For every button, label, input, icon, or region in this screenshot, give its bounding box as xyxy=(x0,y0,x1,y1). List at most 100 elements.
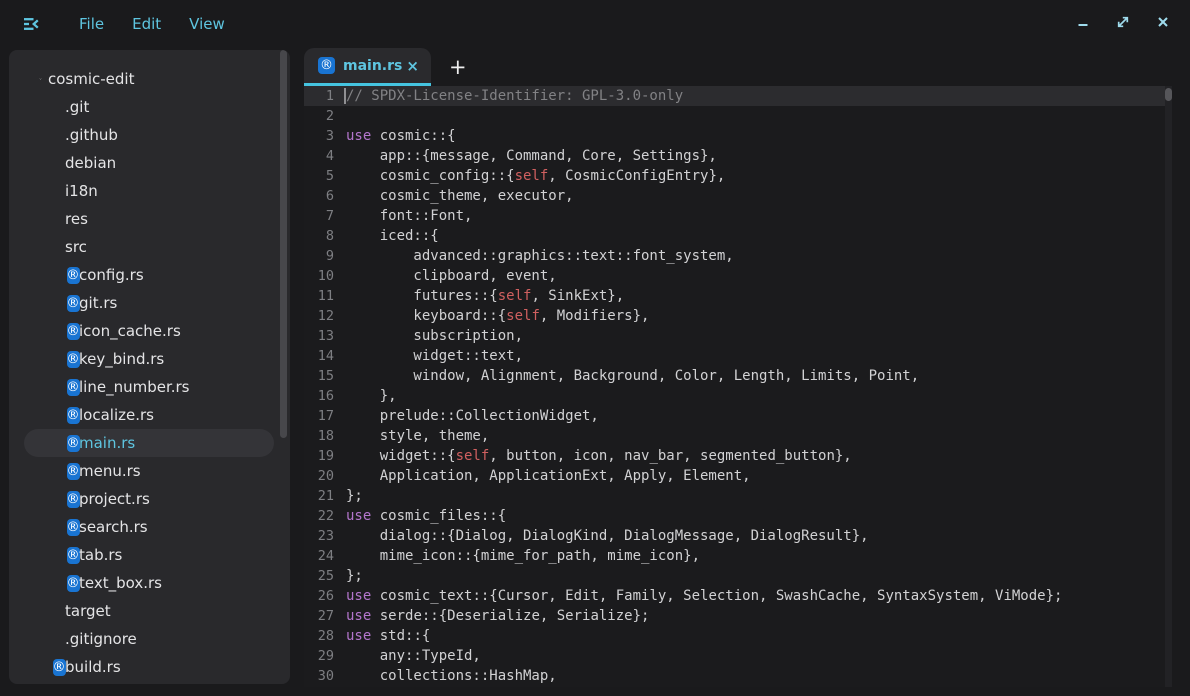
line-number: 23 xyxy=(304,528,334,544)
line-number: 17 xyxy=(304,408,334,424)
code-line-text: }, xyxy=(346,388,397,404)
code-line-text: iced::{ xyxy=(346,228,439,244)
tree-item--git[interactable]: .git xyxy=(24,93,274,121)
sidebar-scrollbar[interactable] xyxy=(280,50,287,438)
tree-item-debian[interactable]: debian xyxy=(24,149,274,177)
chevron-right-icon xyxy=(24,98,59,116)
rust-file-icon: ® xyxy=(24,518,73,536)
tree-item-label: line_number.rs xyxy=(79,378,190,396)
tree-item-label: tab.rs xyxy=(79,546,122,564)
code-line-3: 3use cosmic::{ xyxy=(304,126,1172,146)
chevron-down-icon xyxy=(24,70,42,88)
code-editor[interactable]: 1// SPDX-License-Identifier: GPL-3.0-onl… xyxy=(304,86,1172,687)
line-number: 12 xyxy=(304,308,334,324)
tree-item-label: debian xyxy=(65,154,116,172)
tree-item-label: project.rs xyxy=(79,490,150,508)
tree-item-icon-cache-rs[interactable]: ®icon_cache.rs xyxy=(24,317,274,345)
editor-scrollbar-track[interactable] xyxy=(1165,86,1172,687)
code-line-text: use cosmic::{ xyxy=(346,128,456,144)
tree-item-label: git.rs xyxy=(79,294,117,312)
tree-item-label: cosmic-edit xyxy=(48,70,134,88)
tree-item-label: search.rs xyxy=(79,518,148,536)
tree-item-tab-rs[interactable]: ®tab.rs xyxy=(24,541,274,569)
code-line-text: use serde::{Deserialize, Serialize}; xyxy=(346,608,649,624)
code-line-16: 16 }, xyxy=(304,386,1172,406)
code-line-text: subscription, xyxy=(346,328,523,344)
tree-item--github[interactable]: .github xyxy=(24,121,274,149)
code-line-text: cosmic_config::{self, CosmicConfigEntry}… xyxy=(346,168,725,184)
tree-item-label: build.rs xyxy=(65,658,121,676)
code-line-text: futures::{self, SinkExt}, xyxy=(346,288,624,304)
menu-item-view[interactable]: View xyxy=(175,9,239,39)
minimize-button[interactable] xyxy=(1070,11,1096,37)
tree-item-main-rs[interactable]: ®main.rs xyxy=(24,429,274,457)
tree-item-label: .github xyxy=(65,126,118,144)
rust-file-icon: ® xyxy=(24,434,73,452)
nav-bar-toggle-icon[interactable] xyxy=(21,14,41,34)
code-line-11: 11 futures::{self, SinkExt}, xyxy=(304,286,1172,306)
line-number: 29 xyxy=(304,648,334,664)
tree-item-cosmic-edit[interactable]: cosmic-edit xyxy=(24,65,274,93)
tree-item-label: config.rs xyxy=(79,266,144,284)
line-number: 1 xyxy=(304,88,334,104)
tree-item-i18n[interactable]: i18n xyxy=(24,177,274,205)
code-line-18: 18 style, theme, xyxy=(304,426,1172,446)
tab-close-icon[interactable]: × xyxy=(406,57,419,75)
close-button[interactable] xyxy=(1150,11,1176,37)
rust-file-icon: ® xyxy=(24,574,73,592)
code-line-text: window, Alignment, Background, Color, Le… xyxy=(346,368,919,384)
tree-item-line-number-rs[interactable]: ®line_number.rs xyxy=(24,373,274,401)
code-line-4: 4 app::{message, Command, Core, Settings… xyxy=(304,146,1172,166)
new-tab-button[interactable]: + xyxy=(441,55,475,79)
tree-item-config-rs[interactable]: ®config.rs xyxy=(24,261,274,289)
code-line-19: 19 widget::{self, button, icon, nav_bar,… xyxy=(304,446,1172,466)
code-line-text: collections::HashMap, xyxy=(346,668,557,684)
code-line-21: 21}; xyxy=(304,486,1172,506)
line-number: 10 xyxy=(304,268,334,284)
line-number: 11 xyxy=(304,288,334,304)
rust-file-icon: ® xyxy=(318,57,335,74)
code-line-27: 27use serde::{Deserialize, Serialize}; xyxy=(304,606,1172,626)
editor-scrollbar-thumb[interactable] xyxy=(1165,88,1172,101)
code-line-text: dialog::{Dialog, DialogKind, DialogMessa… xyxy=(346,528,869,544)
text-cursor xyxy=(344,88,346,104)
tree-item-localize-rs[interactable]: ®localize.rs xyxy=(24,401,274,429)
menu-item-edit[interactable]: Edit xyxy=(118,9,175,39)
tree-item--gitignore[interactable]: .gitignore xyxy=(24,625,274,653)
tree-item-git-rs[interactable]: ®git.rs xyxy=(24,289,274,317)
code-line-29: 29 any::TypeId, xyxy=(304,646,1172,666)
code-line-6: 6 cosmic_theme, executor, xyxy=(304,186,1172,206)
tree-item-search-rs[interactable]: ® search.rs xyxy=(24,513,274,541)
code-line-text: }; xyxy=(346,568,363,584)
tree-item-src[interactable]: src xyxy=(24,233,274,261)
close-icon xyxy=(1154,13,1172,35)
code-line-text: any::TypeId, xyxy=(346,648,481,664)
document-icon xyxy=(24,630,59,648)
tree-item-label: key_bind.rs xyxy=(79,350,164,368)
line-number: 7 xyxy=(304,208,334,224)
line-number: 20 xyxy=(304,468,334,484)
code-pane: 1// SPDX-License-Identifier: GPL-3.0-onl… xyxy=(304,86,1172,686)
tree-item-build-rs[interactable]: ®build.rs xyxy=(24,653,274,681)
tree-item-label: src xyxy=(65,238,87,256)
menu-item-file[interactable]: File xyxy=(65,9,118,39)
minimize-icon xyxy=(1074,13,1092,35)
tree-item-res[interactable]: res xyxy=(24,205,274,233)
line-number: 6 xyxy=(304,188,334,204)
tab-main-rs[interactable]: ®main.rs× xyxy=(304,48,431,86)
tree-item-project-rs[interactable]: ®project.rs xyxy=(24,485,274,513)
tree-item-text-box-rs[interactable]: ®text_box.rs xyxy=(24,569,274,597)
code-line-2: 2 xyxy=(304,106,1172,126)
tree-item-label: target xyxy=(65,602,111,620)
code-line-10: 10 clipboard, event, xyxy=(304,266,1172,286)
tree-item-label: i18n xyxy=(65,182,98,200)
tree-item-key-bind-rs[interactable]: ®key_bind.rs xyxy=(24,345,274,373)
chevron-right-icon xyxy=(24,154,59,172)
tree-item-label: .gitignore xyxy=(65,630,137,648)
tree-item-menu-rs[interactable]: ®menu.rs xyxy=(24,457,274,485)
maximize-button[interactable] xyxy=(1110,11,1136,37)
chevron-down-icon xyxy=(24,238,59,256)
chevron-right-icon xyxy=(24,210,59,228)
tree-item-target[interactable]: target xyxy=(24,597,274,625)
tree-item-label: icon_cache.rs xyxy=(79,322,181,340)
